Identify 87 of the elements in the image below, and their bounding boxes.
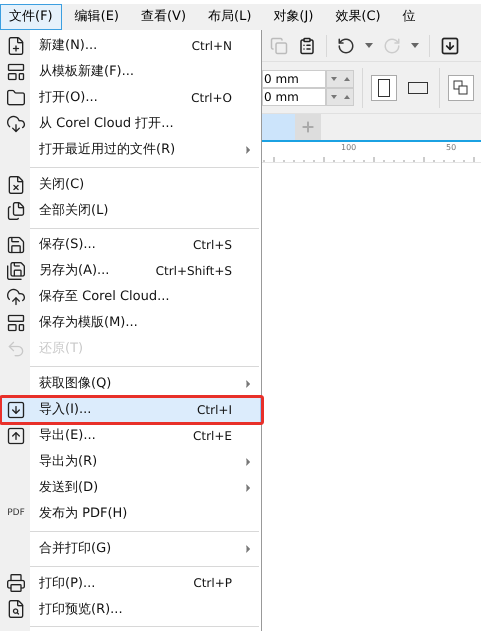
menu-item[interactable]: 合并打印(G) — [0, 536, 261, 562]
menu-item[interactable]: 打印(P)... Ctrl+P — [0, 570, 261, 596]
shortcut-label: Ctrl+S — [192, 237, 232, 254]
menu-item[interactable]: 全部关闭(L) — [0, 198, 261, 224]
menu-item-label: 保存至 Corel Cloud... — [39, 288, 170, 306]
menu-bar-item[interactable]: 文件(F) — [0, 4, 62, 30]
down-arrow-icon — [330, 94, 336, 98]
template-icon — [6, 62, 26, 82]
cloud-download-icon — [6, 114, 26, 134]
menu-bar-item[interactable]: 查看(V) — [132, 4, 196, 30]
menu-item[interactable]: 导出(E)... Ctrl+E — [0, 422, 261, 449]
close-file-icon — [6, 174, 26, 194]
menu-item[interactable]: 另存为(A)... Ctrl+Shift+S — [0, 258, 261, 284]
shortcut-label: Ctrl+P — [193, 575, 232, 592]
ruler-label: 100 — [341, 142, 356, 154]
menu-item-label: 发布为 PDF(H) — [39, 505, 128, 524]
menu-item-label: 获取图像(Q) — [39, 375, 112, 394]
export-icon — [6, 426, 26, 446]
menu-item-label: 导出(E)... — [39, 427, 96, 446]
menu-item[interactable]: PDF 发布为 PDF(H) — [0, 500, 261, 527]
menu-item-label: 保存(S)... — [39, 236, 96, 254]
menu-item[interactable]: 从模板新建(F)... — [0, 58, 261, 85]
menu-item-label: 新建(N)... — [39, 37, 98, 56]
shortcut-label: Ctrl+I — [197, 402, 232, 419]
menu-item[interactable]: 发送到(D) — [0, 474, 261, 501]
shortcut-label: Ctrl+O — [191, 90, 232, 107]
menu-item-label: 打开最近用过的文件(R) — [39, 141, 176, 160]
ruler-label: 50 — [446, 142, 456, 154]
menu-item-label: 从模板新建(F)... — [39, 63, 134, 82]
menu-bar-item[interactable]: 效果(C) — [326, 4, 390, 30]
pages-button[interactable] — [448, 74, 474, 100]
size-field[interactable]: 0 mm — [262, 88, 326, 106]
menu-item-label: 合并打印(G) — [39, 540, 112, 558]
overlapping-squares-icon — [453, 80, 469, 96]
size-field[interactable]: 0 mm — [262, 70, 326, 88]
redo-caret-icon — [411, 43, 419, 48]
undo-caret-icon — [365, 43, 373, 48]
shortcut-label: Ctrl+E — [193, 428, 232, 445]
menu-item[interactable]: 保存为模版(M)... — [0, 310, 261, 336]
menu-item[interactable]: 打开(O)... Ctrl+O — [0, 84, 261, 111]
menu-item-label: 从 Corel Cloud 打开... — [39, 115, 174, 134]
up-arrow-icon — [344, 94, 350, 98]
menu-item[interactable]: 导入(I)... Ctrl+I — [0, 396, 261, 423]
menu-item[interactable]: 导出为(R) — [0, 448, 261, 475]
plus-icon — [300, 119, 316, 135]
folder-icon — [6, 88, 26, 108]
pdf-icon: PDF — [7, 509, 25, 518]
cloud-upload-icon — [6, 287, 26, 308]
menu-item-label: 打印(P)... — [39, 574, 96, 593]
import-icon — [6, 400, 26, 420]
menu-bar-item[interactable]: 编辑(E) — [66, 4, 128, 30]
floppy-disks-icon — [6, 261, 26, 282]
up-arrow-icon — [344, 76, 350, 80]
menu-item-label: 导入(I)... — [39, 401, 92, 420]
revert-icon — [6, 339, 26, 360]
menu-item-label: 发送到(D) — [39, 479, 98, 498]
menu-item-label: 打开(O)... — [39, 89, 98, 108]
spinner-button[interactable] — [326, 88, 354, 106]
down-arrow-icon — [330, 76, 336, 80]
spinner-button[interactable] — [326, 70, 354, 88]
printer-icon — [6, 573, 26, 594]
menu-item[interactable]: 关闭(C) — [0, 172, 261, 198]
menu-item[interactable]: 新建(N)... Ctrl+N — [0, 32, 261, 59]
menu-bar-item[interactable]: 对象(J) — [264, 4, 322, 30]
menu-item[interactable]: 打开最近用过的文件(R) — [0, 136, 261, 163]
menu-item-label: 另存为(A)... — [39, 262, 110, 280]
shortcut-label: Ctrl+Shift+S — [156, 263, 232, 280]
shortcut-label: Ctrl+N — [192, 38, 232, 55]
menu-item[interactable]: 从 Corel Cloud 打开... — [0, 110, 261, 137]
template-save-icon — [6, 313, 26, 334]
paste-icon[interactable] — [298, 36, 316, 54]
portrait-button[interactable] — [371, 74, 397, 100]
menu-item-label: 关闭(C) — [39, 176, 84, 194]
menu-item[interactable]: 获取图像(Q) — [0, 370, 261, 397]
menu-item[interactable]: 保存(S)... Ctrl+S — [0, 232, 261, 258]
print-preview-icon — [6, 599, 26, 620]
undo-icon[interactable] — [337, 36, 355, 54]
menu-item-label: 打印预览(R)... — [39, 600, 123, 619]
menu-item[interactable]: 打印预览(R)... — [0, 596, 261, 622]
new-file-icon — [6, 36, 26, 56]
menu-item[interactable]: 保存至 Corel Cloud... — [0, 284, 261, 310]
menu-item-label: 导出为(R) — [39, 453, 98, 472]
import-button-icon[interactable] — [440, 36, 460, 56]
menu-bar-item[interactable]: 位 — [394, 4, 425, 30]
menu-item-label: 全部关闭(L) — [39, 202, 108, 220]
menu-item-label: 保存为模版(M)... — [39, 314, 138, 332]
menu-bar-item[interactable]: 布局(L) — [199, 4, 260, 30]
